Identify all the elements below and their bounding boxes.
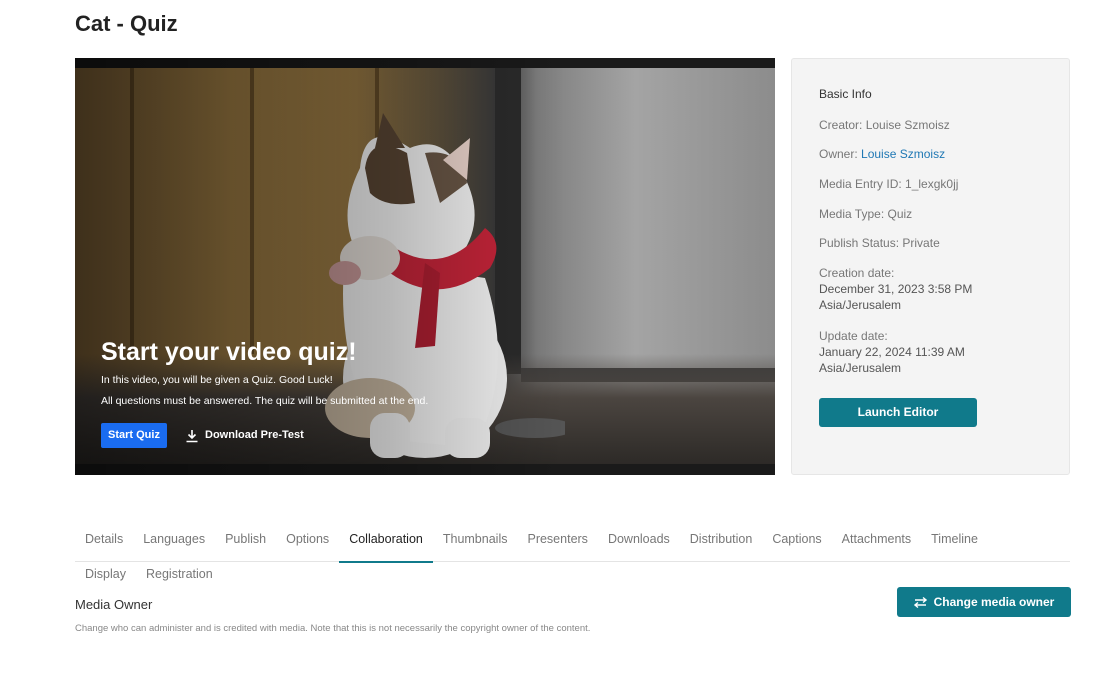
creation-date-value: December 31, 2023 3:58 PM bbox=[819, 282, 973, 296]
publish-status-value: Private bbox=[902, 236, 940, 250]
download-pre-test-label: Download Pre-Test bbox=[205, 429, 304, 441]
media-entry-id-row: Media Entry ID: 1_lexgk0jj bbox=[819, 177, 959, 191]
tab-downloads[interactable]: Downloads bbox=[598, 528, 680, 562]
tab-publish[interactable]: Publish bbox=[215, 528, 276, 562]
tab-display[interactable]: Display bbox=[75, 562, 136, 592]
tab-details[interactable]: Details bbox=[75, 528, 133, 562]
quiz-heading: Start your video quiz! bbox=[101, 338, 357, 366]
change-media-owner-button[interactable]: Change media owner bbox=[897, 587, 1071, 617]
update-date-row: Update date: January 22, 2024 11:39 AM A… bbox=[819, 328, 1059, 376]
tab-distribution[interactable]: Distribution bbox=[680, 528, 763, 562]
tab-registration[interactable]: Registration bbox=[136, 562, 223, 592]
basic-info-panel: Basic Info Creator: Louise Szmoisz Owner… bbox=[791, 58, 1070, 475]
tab-presenters[interactable]: Presenters bbox=[517, 528, 597, 562]
quiz-intro-line: In this video, you will be given a Quiz.… bbox=[101, 374, 333, 386]
tab-captions[interactable]: Captions bbox=[762, 528, 831, 562]
quiz-rules-line: All questions must be answered. The quiz… bbox=[101, 395, 429, 407]
creation-timezone: Asia/Jerusalem bbox=[819, 298, 902, 312]
download-icon bbox=[186, 429, 198, 442]
publish-status-row: Publish Status: Private bbox=[819, 236, 940, 250]
change-media-owner-label: Change media owner bbox=[933, 595, 1055, 609]
update-date-value: January 22, 2024 11:39 AM bbox=[819, 345, 965, 359]
owner-link[interactable]: Louise Szmoisz bbox=[861, 147, 945, 161]
tab-thumbnails[interactable]: Thumbnails bbox=[433, 528, 518, 562]
tab-row-primary: Details Languages Publish Options Collaborat… bbox=[75, 528, 1070, 563]
media-owner-title: Media Owner bbox=[75, 597, 153, 612]
tab-timeline[interactable]: Timeline bbox=[921, 528, 988, 562]
creation-date-row: Creation date: December 31, 2023 3:58 PM… bbox=[819, 265, 1059, 313]
basic-info-heading: Basic Info bbox=[819, 87, 872, 101]
update-timezone: Asia/Jerusalem bbox=[819, 361, 902, 375]
swap-arrows-icon bbox=[913, 596, 927, 608]
tab-languages[interactable]: Languages bbox=[133, 528, 215, 562]
owner-row: Owner: Louise Szmoisz bbox=[819, 147, 946, 161]
tab-collaboration[interactable]: Collaboration bbox=[339, 528, 433, 563]
page-title: Cat - Quiz bbox=[75, 11, 178, 36]
video-player[interactable]: Start your video quiz! In this video, yo… bbox=[75, 58, 775, 475]
launch-editor-button[interactable]: Launch Editor bbox=[819, 398, 977, 427]
tab-options[interactable]: Options bbox=[276, 528, 339, 562]
media-owner-description: Change who can administer and is credite… bbox=[75, 623, 591, 634]
tab-attachments[interactable]: Attachments bbox=[832, 528, 921, 562]
creator-value: Louise Szmoisz bbox=[865, 118, 950, 132]
media-tabs: Details Languages Publish Options Collaborat… bbox=[75, 528, 1070, 592]
media-type-row: Media Type: Quiz bbox=[819, 207, 913, 221]
download-pre-test-link[interactable]: Download Pre-Test bbox=[185, 423, 304, 448]
creator-row: Creator: Louise Szmoisz bbox=[819, 118, 950, 132]
media-entry-id-value: 1_lexgk0jj bbox=[905, 177, 959, 191]
media-type-value: Quiz bbox=[887, 207, 913, 221]
start-quiz-button[interactable]: Start Quiz bbox=[101, 423, 167, 448]
